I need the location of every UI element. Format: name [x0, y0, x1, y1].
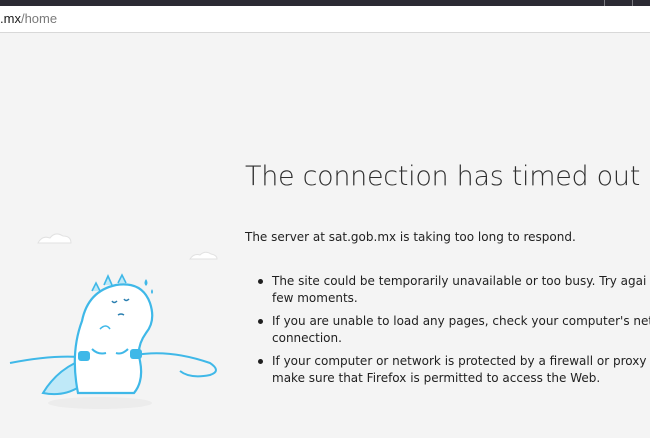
error-title: The connection has timed out	[245, 161, 640, 192]
suggestion-item: If you are unable to load any pages, che…	[255, 313, 650, 347]
suggestion-item: The site could be temporarily unavailabl…	[255, 273, 650, 307]
suggestion-line: The site could be temporarily unavailabl…	[272, 274, 647, 288]
suggestion-line: If you are unable to load any pages, che…	[272, 314, 650, 328]
error-suggestions-list: The site could be temporarily unavailabl…	[255, 273, 650, 393]
timed-out-dino-illustration	[0, 33, 240, 434]
url-host: .mx	[0, 11, 21, 26]
suggestion-line: If your computer or network is protected…	[272, 354, 647, 368]
error-description: The server at sat.gob.mx is taking too l…	[245, 230, 576, 244]
suggestion-item: If your computer or network is protected…	[255, 353, 650, 387]
url-text[interactable]: .mx/home	[0, 11, 57, 27]
suggestion-line: make sure that Firefox is permitted to a…	[272, 371, 601, 385]
suggestion-line: connection.	[272, 331, 342, 345]
address-bar[interactable]: .mx/home	[0, 6, 650, 33]
suggestion-line: few moments.	[272, 291, 358, 305]
error-page: The connection has timed out The server …	[0, 33, 650, 434]
url-path: /home	[20, 11, 58, 26]
